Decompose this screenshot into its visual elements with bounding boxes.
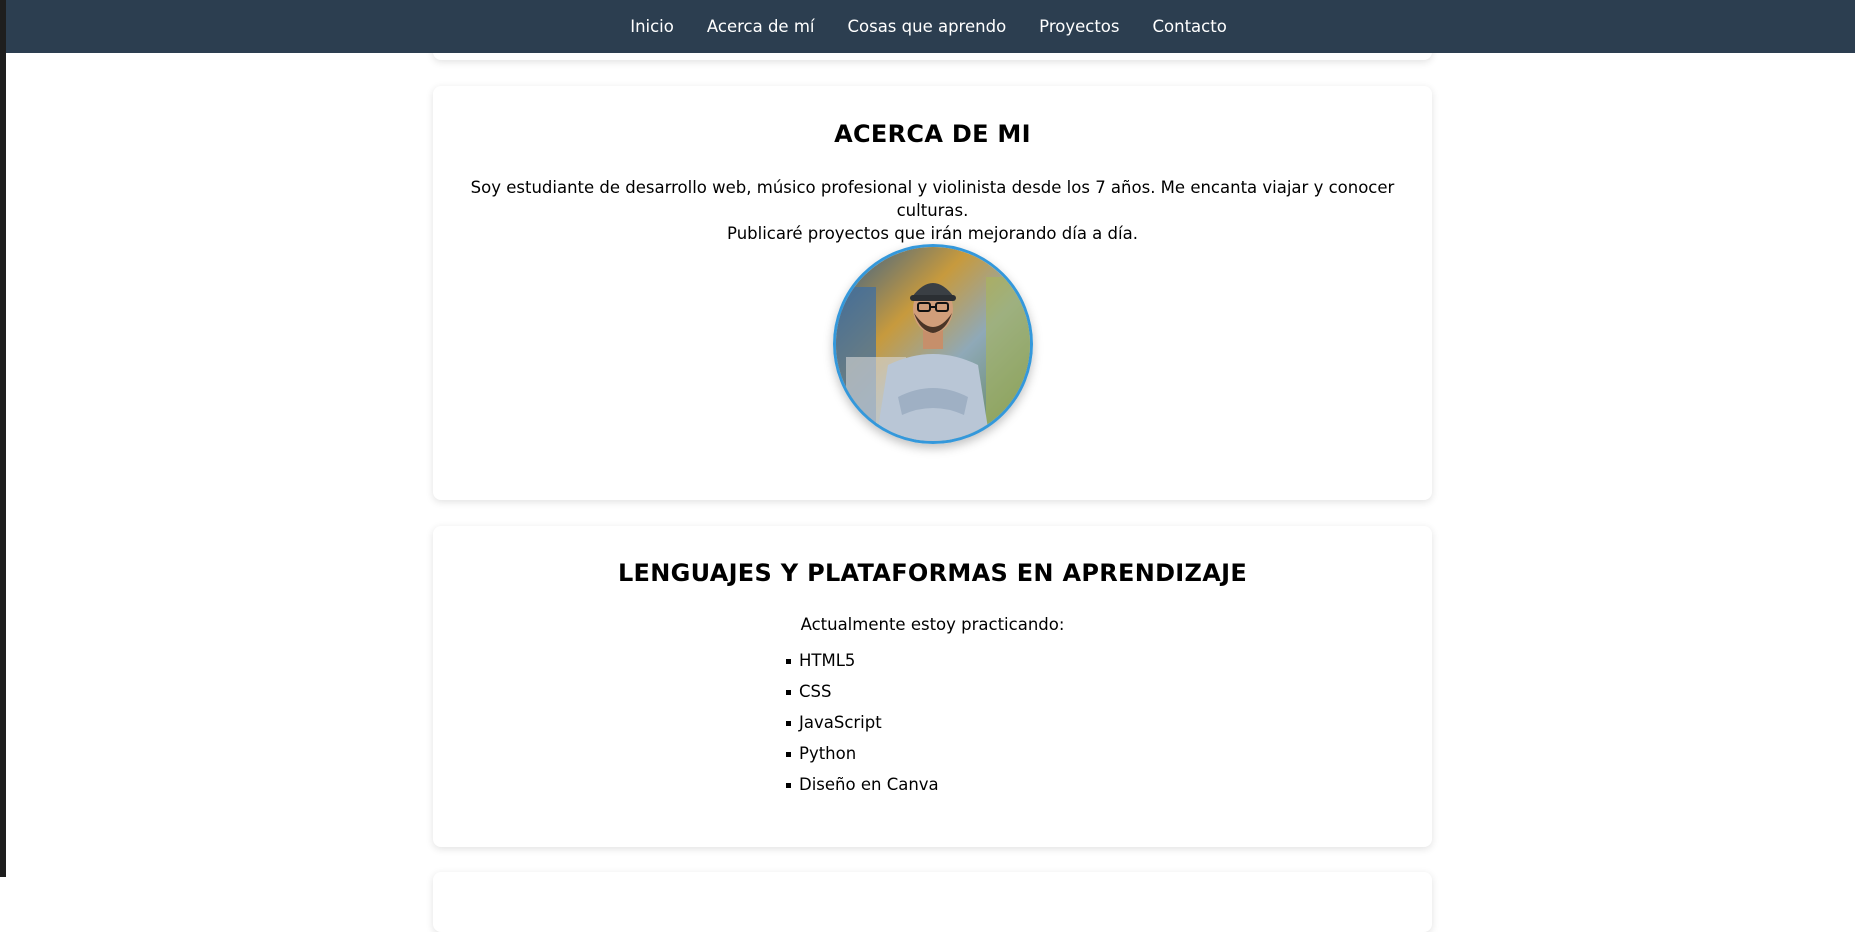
nav-link-cosas-que-aprendo[interactable]: Cosas que aprendo (847, 17, 1006, 36)
list-item: HTML5 (786, 650, 939, 681)
languages-section: LENGUAJES Y PLATAFORMAS EN APRENDIZAJE A… (433, 526, 1432, 847)
bullet-icon (786, 721, 791, 726)
nav-menu: Inicio Acerca de mí Cosas que aprendo Pr… (630, 17, 1227, 36)
profile-photo-illustration (836, 247, 1030, 441)
next-section-card (433, 872, 1432, 932)
nav-link-acerca[interactable]: Acerca de mí (707, 17, 815, 36)
nav-link-proyectos[interactable]: Proyectos (1039, 17, 1119, 36)
nav-link-contacto[interactable]: Contacto (1153, 17, 1227, 36)
list-item: CSS (786, 681, 939, 712)
window-edge (0, 0, 6, 877)
about-title: ACERCA DE MI (834, 120, 1031, 148)
nav-link-inicio[interactable]: Inicio (630, 17, 674, 36)
bullet-icon (786, 690, 791, 695)
about-line-2: Publicaré proyectos que irán mejorando d… (727, 224, 1138, 243)
profile-photo (833, 244, 1033, 444)
top-navbar: Inicio Acerca de mí Cosas que aprendo Pr… (6, 0, 1855, 53)
bullet-icon (786, 783, 791, 788)
languages-title: LENGUAJES Y PLATAFORMAS EN APRENDIZAJE (617, 559, 1248, 587)
list-item: Diseño en Canva (786, 774, 939, 805)
about-line-1: Soy estudiante de desarrollo web, músico… (470, 178, 1395, 220)
bullet-icon (786, 659, 791, 664)
bullet-icon (786, 752, 791, 757)
about-description: Soy estudiante de desarrollo web, músico… (433, 176, 1432, 245)
list-item: JavaScript (786, 712, 939, 743)
languages-intro: Actualmente estoy practicando: (800, 615, 1065, 634)
list-item: Python (786, 743, 939, 774)
languages-list: HTML5 CSS JavaScript Python Diseño en Ca… (786, 650, 939, 805)
about-section: ACERCA DE MI Soy estudiante de desarroll… (433, 86, 1432, 500)
